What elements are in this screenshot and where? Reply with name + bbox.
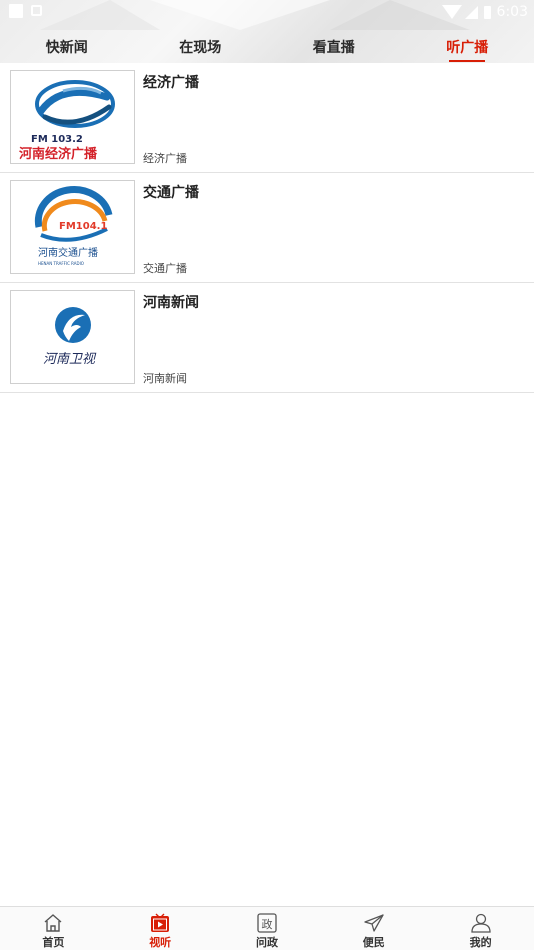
list-item[interactable]: FM 103.2 河南经济广播 经济广播 经济广播 [0, 63, 534, 173]
tab-on-site[interactable]: 在现场 [134, 30, 268, 63]
notification-icon [31, 5, 42, 16]
list-item[interactable]: FM104.1 河南交通广播 HENAN TRAFFIC RADIO 交通广播 … [0, 173, 534, 283]
station-logo: FM104.1 河南交通广播 HENAN TRAFFIC RADIO [10, 180, 135, 274]
tab-bar: 快新闻 在现场 看直播 听广播 [0, 30, 534, 63]
user-icon [470, 913, 491, 933]
nav-av[interactable]: 视听 [107, 907, 214, 950]
nav-home[interactable]: 首页 [0, 907, 107, 950]
nav-label: 便民 [362, 936, 385, 949]
svg-text:FM104.1: FM104.1 [59, 221, 107, 232]
tab-quick-news[interactable]: 快新闻 [0, 30, 134, 63]
station-logo: FM 103.2 河南经济广播 [10, 70, 135, 164]
nav-label: 我的 [469, 936, 492, 949]
station-logo: 河南卫视 [10, 290, 135, 384]
bottom-nav: 首页 视听 政 问政 便民 我的 [0, 906, 534, 950]
nav-label: 视听 [149, 936, 172, 949]
tab-live[interactable]: 看直播 [267, 30, 401, 63]
list-item[interactable]: 河南卫视 河南新闻 河南新闻 [0, 283, 534, 393]
notification-icon [9, 4, 23, 18]
nav-label: 首页 [42, 936, 65, 949]
station-list: FM 103.2 河南经济广播 经济广播 经济广播 FM104.1 河南交通广播… [0, 63, 534, 393]
station-subtitle: 交通广播 [143, 262, 187, 275]
economic-radio-logo-icon: FM 103.2 河南经济广播 [19, 80, 115, 162]
tab-radio[interactable]: 听广播 [401, 30, 534, 63]
wifi-icon [441, 5, 462, 19]
nav-politics[interactable]: 政 问政 [214, 907, 321, 950]
station-title: 经济广播 [143, 75, 199, 91]
station-title: 河南新闻 [143, 295, 199, 311]
nav-label: 问政 [255, 936, 278, 949]
henan-tv-logo-icon: 河南卫视 [43, 307, 97, 367]
video-play-icon [151, 913, 170, 932]
station-subtitle: 经济广播 [143, 152, 187, 165]
svg-text:河南交通广播: 河南交通广播 [38, 246, 98, 259]
home-icon [44, 914, 62, 932]
battery-icon [483, 5, 491, 19]
svg-text:政: 政 [261, 917, 272, 931]
header: 6:03 快新闻 在现场 看直播 听广播 [0, 0, 534, 63]
status-time: 6:03 [496, 4, 528, 20]
svg-text:HENAN TRAFFIC RADIO: HENAN TRAFFIC RADIO [38, 261, 84, 266]
svg-text:FM 103.2: FM 103.2 [31, 134, 83, 145]
paper-plane-icon [364, 914, 384, 932]
nav-profile[interactable]: 我的 [427, 907, 534, 950]
svg-text:河南卫视: 河南卫视 [43, 352, 97, 367]
svg-text:河南经济广播: 河南经济广播 [19, 146, 98, 162]
status-bar: 6:03 [0, 0, 534, 24]
government-icon: 政 [257, 913, 277, 933]
signal-icon [464, 5, 478, 19]
station-subtitle: 河南新闻 [143, 372, 187, 385]
nav-services[interactable]: 便民 [320, 907, 427, 950]
traffic-radio-logo-icon: FM104.1 河南交通广播 HENAN TRAFFIC RADIO [34, 186, 113, 266]
station-title: 交通广播 [143, 185, 199, 201]
status-indicators: 6:03 [441, 2, 528, 22]
